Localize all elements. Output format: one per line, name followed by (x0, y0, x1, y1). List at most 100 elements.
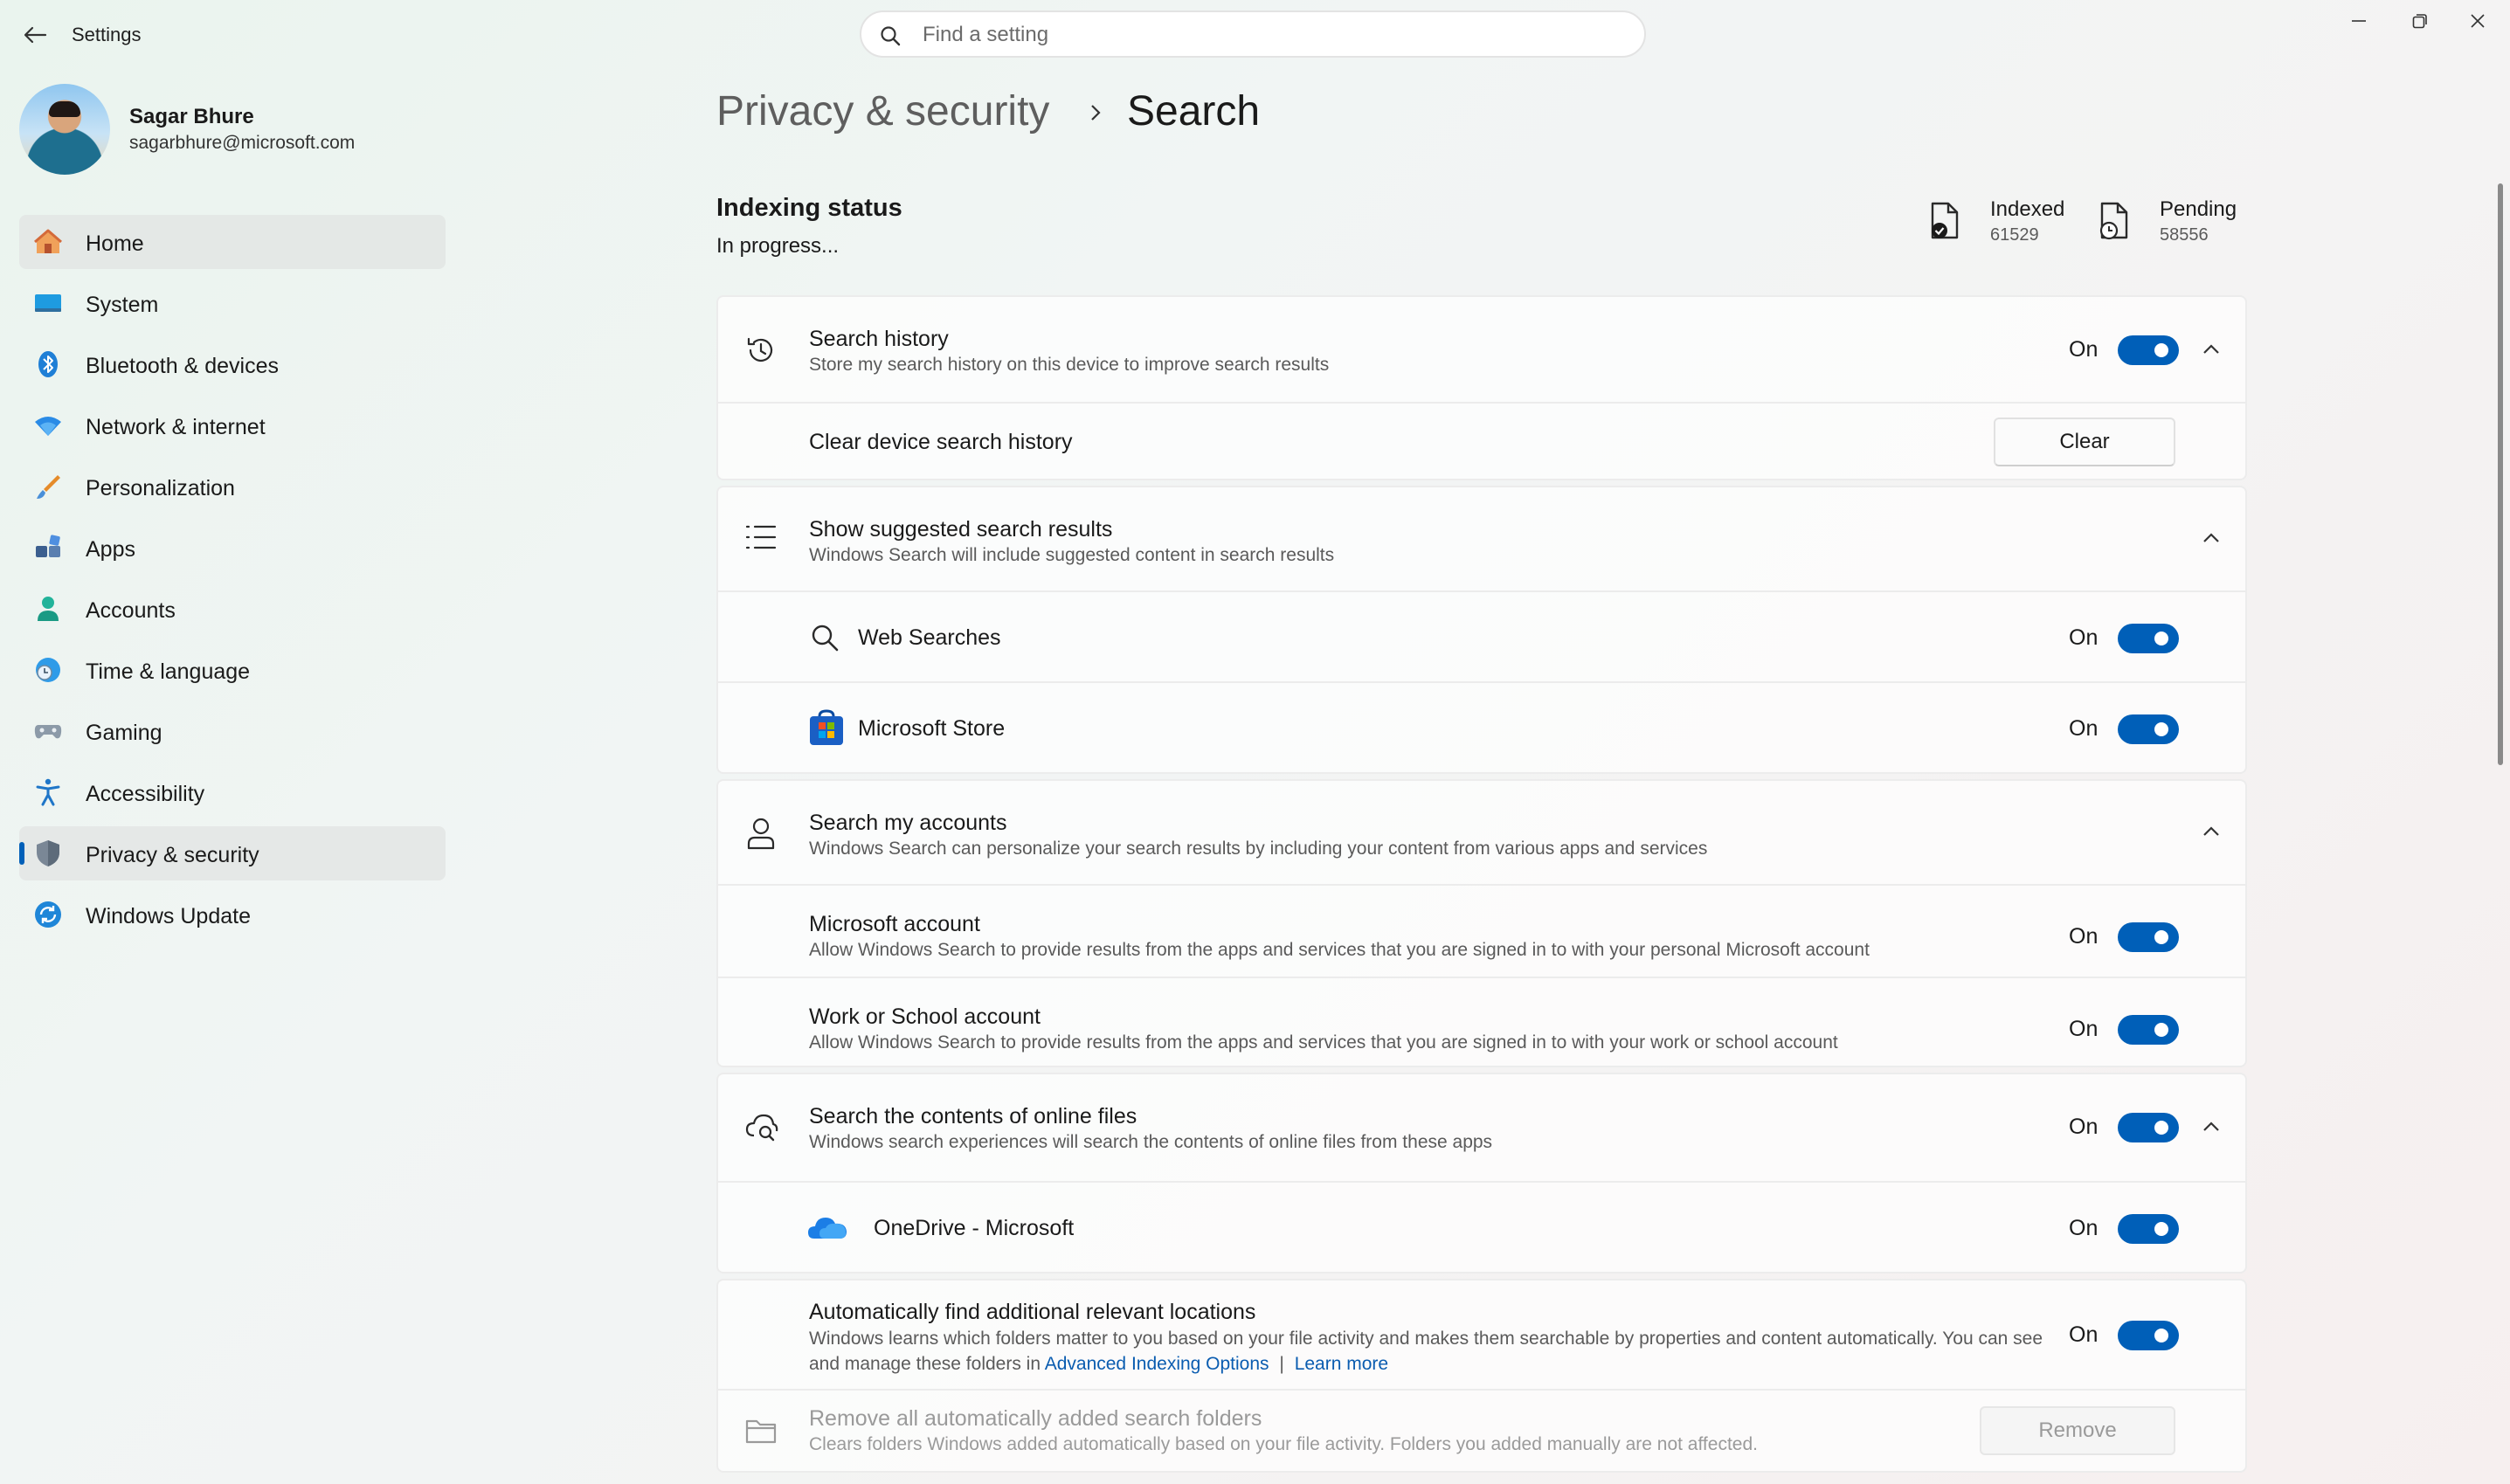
suggested-results-row[interactable]: Show suggested search results Windows Se… (718, 487, 2245, 590)
person-icon (747, 818, 775, 850)
online-files-toggle[interactable] (2118, 1113, 2179, 1142)
sidebar-nav: Home System Bluetooth & devices Network … (19, 215, 446, 949)
search-history-toggle[interactable] (2118, 335, 2179, 365)
chevron-right-icon (1091, 105, 1101, 121)
scrollbar[interactable] (2498, 183, 2503, 765)
advanced-indexing-link[interactable]: Advanced Indexing Options (1045, 1354, 1269, 1374)
chevron-up-icon[interactable] (2200, 823, 2223, 840)
sidebar-item-apps[interactable]: Apps (19, 521, 446, 575)
web-searches-toggle[interactable] (2118, 624, 2179, 653)
sidebar-item-home[interactable]: Home (19, 215, 446, 269)
user-profile[interactable]: Sagar Bhure sagarbhure@microsoft.com (19, 84, 439, 175)
sidebar-item-gaming[interactable]: Gaming (19, 704, 446, 758)
sidebar-item-personalization[interactable]: Personalization (19, 459, 446, 514)
restore-icon (2412, 14, 2427, 29)
remove-button[interactable]: Remove (1980, 1406, 2175, 1455)
shield-icon (37, 840, 59, 866)
online-files-desc: Windows search experiences will search t… (809, 1132, 1493, 1152)
minimize-button[interactable] (2334, 5, 2383, 37)
sidebar-item-accounts[interactable]: Accounts (19, 582, 446, 636)
suggested-results-desc: Windows Search will include suggested co… (809, 545, 1335, 565)
remove-folders-desc: Clears folders Windows added automatical… (809, 1434, 1758, 1454)
auto-find-title: Automatically find additional relevant l… (809, 1300, 1256, 1324)
sidebar-item-label: Bluetooth & devices (86, 354, 279, 378)
suggested-results-card: Show suggested search results Windows Se… (716, 486, 2247, 774)
home-icon (34, 229, 62, 253)
update-icon (35, 901, 61, 928)
learn-more-link[interactable]: Learn more (1295, 1354, 1388, 1374)
microsoft-account-toggle[interactable] (2118, 922, 2179, 952)
brush-icon (37, 475, 60, 499)
onedrive-cloud-icon (808, 1218, 847, 1239)
breadcrumb-parent[interactable]: Privacy & security (716, 87, 1049, 135)
search-box[interactable] (860, 10, 1646, 58)
sidebar-item-privacy-security[interactable]: Privacy & security (19, 826, 446, 880)
chevron-up-icon[interactable] (2200, 341, 2223, 358)
sidebar-item-label: Windows Update (86, 904, 251, 928)
microsoft-account-desc: Allow Windows Search to provide results … (809, 940, 1870, 960)
microsoft-account-state: On (2069, 924, 2099, 949)
work-account-desc: Allow Windows Search to provide results … (809, 1032, 1838, 1053)
clear-history-row: Clear device search history Clear (718, 402, 2245, 479)
search-history-title: Search history (809, 327, 949, 351)
chevron-up-icon[interactable] (2200, 529, 2223, 547)
microsoft-store-row: Microsoft Store On (718, 681, 2245, 772)
search-accounts-card: Search my accounts Windows Search can pe… (716, 779, 2247, 1067)
work-account-title: Work or School account (809, 1004, 1041, 1029)
sidebar-item-label: Network & internet (86, 415, 266, 439)
accounts-icon (38, 597, 59, 621)
onedrive-title: OneDrive - Microsoft (874, 1216, 1075, 1240)
profile-email: sagarbhure@microsoft.com (129, 133, 356, 153)
search-icon (881, 26, 901, 46)
clear-button[interactable]: Clear (1994, 418, 2175, 466)
suggested-results-title: Show suggested search results (809, 517, 1113, 542)
folder-icon (745, 1419, 777, 1444)
pending-value: 58556 (2160, 225, 2209, 245)
search-history-row[interactable]: Search history Store my search history o… (718, 297, 2245, 402)
restore-button[interactable] (2396, 5, 2444, 37)
sidebar-item-system[interactable]: System (19, 276, 446, 330)
auto-find-desc-text: Windows learns which folders matter to y… (809, 1329, 2043, 1374)
app-title: Settings (72, 24, 142, 45)
sidebar-item-label: Accessibility (86, 782, 205, 806)
microsoft-store-toggle[interactable] (2118, 714, 2179, 744)
link-separator: | (1279, 1354, 1284, 1374)
close-button[interactable] (2453, 5, 2502, 37)
back-button[interactable] (19, 21, 51, 49)
sidebar-item-accessibility[interactable]: Accessibility (19, 765, 446, 819)
sidebar-item-network[interactable]: Network & internet (19, 398, 446, 452)
sidebar-item-windows-update[interactable]: Windows Update (19, 887, 446, 942)
clock-globe-icon (36, 658, 60, 682)
work-account-toggle[interactable] (2118, 1015, 2179, 1045)
list-icon (745, 525, 777, 549)
chevron-up-icon[interactable] (2200, 1118, 2223, 1135)
search-history-state: On (2069, 337, 2099, 362)
avatar (19, 84, 110, 175)
auto-find-toggle[interactable] (2118, 1321, 2179, 1350)
cloud-search-icon (745, 1114, 778, 1142)
onedrive-state: On (2069, 1216, 2099, 1240)
online-files-state: On (2069, 1115, 2099, 1139)
wifi-icon (35, 417, 61, 436)
online-files-row[interactable]: Search the contents of online files Wind… (718, 1074, 2245, 1181)
microsoft-account-title: Microsoft account (809, 912, 980, 936)
sidebar-item-label: Gaming (86, 721, 162, 745)
sidebar-item-label: Time & language (86, 659, 251, 684)
page-title: Search (1127, 88, 1261, 135)
search-icon (812, 625, 839, 652)
onedrive-toggle[interactable] (2118, 1214, 2179, 1244)
sidebar-item-label: Privacy & security (86, 843, 259, 867)
system-icon (35, 294, 61, 312)
sidebar-item-time-language[interactable]: Time & language (19, 643, 446, 697)
gamepad-icon (34, 725, 62, 739)
search-input[interactable] (923, 19, 1621, 51)
bluetooth-icon (38, 351, 58, 377)
web-searches-state: On (2069, 625, 2099, 650)
web-searches-title: Web Searches (858, 625, 1001, 650)
online-files-card: Search the contents of online files Wind… (716, 1073, 2247, 1273)
search-accounts-title: Search my accounts (809, 811, 1007, 835)
sidebar-item-bluetooth[interactable]: Bluetooth & devices (19, 337, 446, 391)
search-accounts-row[interactable]: Search my accounts Windows Search can pe… (718, 781, 2245, 884)
auto-find-desc: Windows learns which folders matter to y… (809, 1326, 2050, 1377)
clear-history-title: Clear device search history (809, 430, 1073, 454)
